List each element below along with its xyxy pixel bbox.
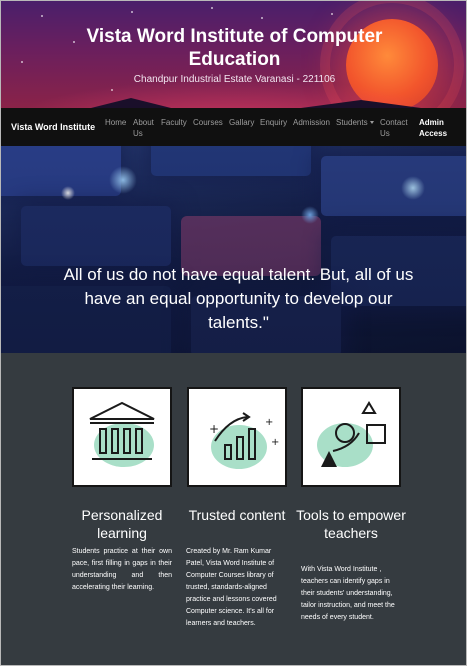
feature-title-trusted: Trusted content [188,507,286,523]
feature-image-personalized [72,387,172,487]
features-section: Personalized learning Students practice … [1,353,466,665]
feature-title-tools: Tools to empower teachers [296,507,406,541]
nav-item-gallary[interactable]: Gallary [229,117,254,128]
nav-item-home[interactable]: Home [105,117,126,128]
svg-text:+: + [209,422,219,436]
nav-item-admin-access[interactable]: Admin Access [419,117,459,139]
svg-text:+: + [271,437,279,448]
mountain-right [301,96,421,108]
site-title: Vista Word Institute of Computer Educati… [86,26,383,70]
mountain-left [91,96,171,108]
nav-item-courses[interactable]: Courses [193,117,223,128]
navbar: Vista Word Institute Home About Us Facul… [1,108,466,146]
shapes-icon [317,401,386,467]
nav-item-contact-us[interactable]: Contact Us [380,117,410,139]
nav-item-about-us[interactable]: About Us [133,117,155,139]
nav-item-students-label: Students [336,118,368,127]
site-address: Chandpur Industrial Estate Varanasi - 22… [133,74,336,85]
feature-desc-trusted: Created by Mr. Ram Kumar Patel, Vista Wo… [186,548,277,627]
nav-item-students[interactable]: Students [336,117,374,128]
navbar-brand[interactable]: Vista Word Institute [11,122,95,132]
institution-icon [89,401,155,467]
feature-image-tools [301,387,401,487]
chevron-down-icon [369,121,374,125]
hero-quote: All of us do not have equal talent. But,… [63,265,414,332]
feature-desc-tools: With Vista Word Institute , teachers can… [301,566,395,621]
feature-image-trusted: + + + [187,387,287,487]
growth-chart-icon: + + + [209,412,279,469]
page: Vista Word Institute of Computer Educati… [0,0,467,666]
nav-item-enquiry[interactable]: Enquiry [260,117,287,128]
nav-item-admission[interactable]: Admission [293,117,330,128]
header-banner: Vista Word Institute of Computer Educati… [1,1,466,108]
feature-desc-personalized: Students practice at their own pace, fir… [72,548,172,591]
nav-item-faculty[interactable]: Faculty [161,117,187,128]
feature-title-personalized: Personalized learning [81,507,163,541]
svg-text:+: + [265,417,273,428]
